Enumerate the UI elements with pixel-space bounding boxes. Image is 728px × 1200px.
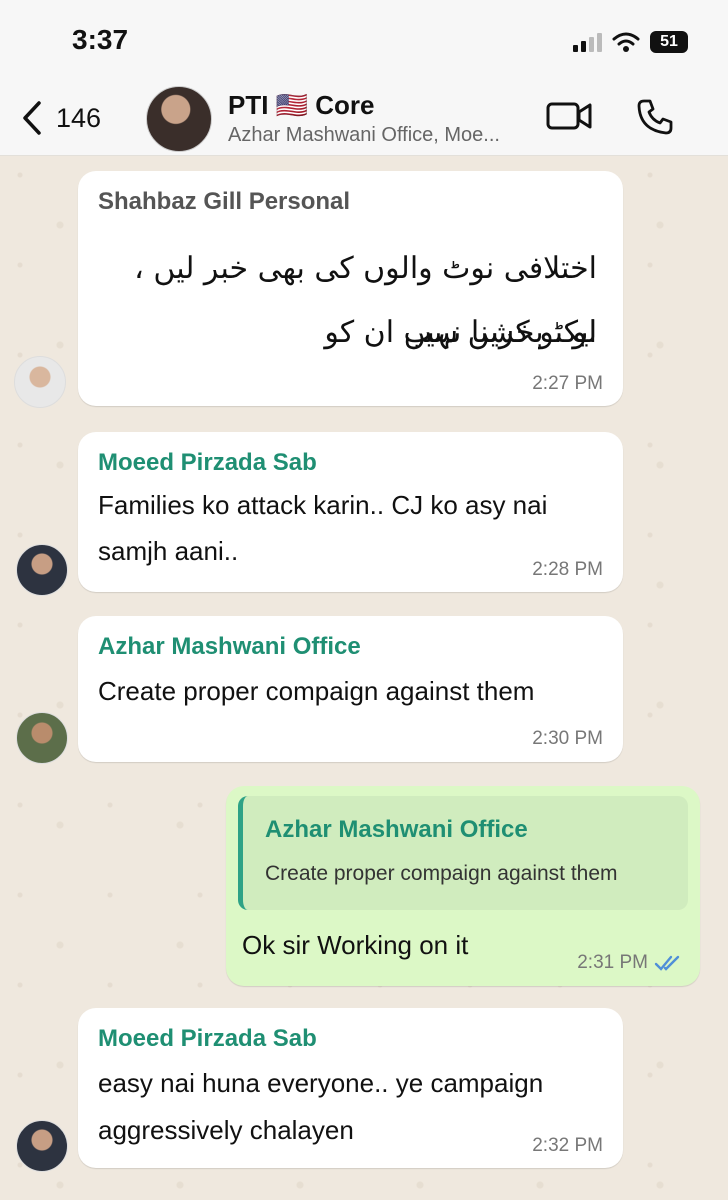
avatar[interactable] <box>14 356 66 408</box>
avatar[interactable] <box>16 1120 68 1172</box>
message-text-line: aggressively chalayen <box>98 1115 354 1145</box>
status-time: 3:37 <box>72 24 129 55</box>
sender-name: Shahbaz Gill Personal <box>98 188 351 215</box>
avatar[interactable] <box>16 544 68 596</box>
message-text-line: easy nai huna everyone.. ye campaign <box>98 1068 544 1098</box>
message-bubble[interactable]: Azhar Mashwani Office Create proper comp… <box>78 616 623 762</box>
message-time: 2:30 PM <box>532 728 603 749</box>
sender-name: Azhar Mashwani Office <box>98 633 361 660</box>
quoted-text: Create proper compaign against them <box>265 862 618 885</box>
status-icons: 51 <box>573 28 688 56</box>
message-text-line: لو ، بخشنا نہیں ان کو <box>324 315 597 350</box>
chevron-left-icon <box>23 101 41 135</box>
message-time: 2:31 PM <box>577 952 648 973</box>
sender-name: Moeed Pirzada Sab <box>98 449 317 476</box>
cellular-signal-icon <box>573 32 602 52</box>
quoted-message[interactable]: Azhar Mashwani Office Create proper comp… <box>238 796 688 910</box>
chat-header: 3:37 51 146 PTI 🇺🇸 Core Azhar Mashwani O… <box>0 0 728 156</box>
unread-count: 146 <box>56 102 102 133</box>
message-bubble[interactable]: Shahbaz Gill Personal اختلافی نوٹ والوں … <box>78 171 623 406</box>
group-avatar[interactable] <box>146 86 212 152</box>
back-button[interactable]: 146 <box>22 100 101 136</box>
message-bubble[interactable]: Moeed Pirzada Sab easy nai huna everyone… <box>78 1008 623 1168</box>
phone-call-icon[interactable] <box>636 98 674 136</box>
outgoing-message-bubble[interactable]: Azhar Mashwani Office Create proper comp… <box>226 786 700 986</box>
message-text-line: Families ko attack karin.. CJ ko asy nai <box>98 490 548 520</box>
message-text: Ok sir Working on it <box>242 930 469 960</box>
message-bubble[interactable]: Moeed Pirzada Sab Families ko attack kar… <box>78 432 623 592</box>
message-text-line: samjh aani.. <box>98 536 239 566</box>
video-call-icon[interactable] <box>546 98 594 134</box>
sender-name: Moeed Pirzada Sab <box>98 1025 317 1052</box>
chat-subtitle[interactable]: Azhar Mashwani Office, Moe... <box>228 124 538 147</box>
chat-title[interactable]: PTI 🇺🇸 Core <box>228 90 375 121</box>
wifi-icon <box>612 32 640 52</box>
read-receipt-icon <box>654 955 680 971</box>
quoted-sender: Azhar Mashwani Office <box>265 816 528 843</box>
message-time: 2:28 PM <box>532 559 603 580</box>
avatar[interactable] <box>16 712 68 764</box>
message-time: 2:32 PM <box>532 1135 603 1156</box>
battery-icon: 51 <box>650 31 688 53</box>
message-time: 2:27 PM <box>532 373 603 394</box>
message-text-line: Create proper compaign against them <box>98 676 535 706</box>
